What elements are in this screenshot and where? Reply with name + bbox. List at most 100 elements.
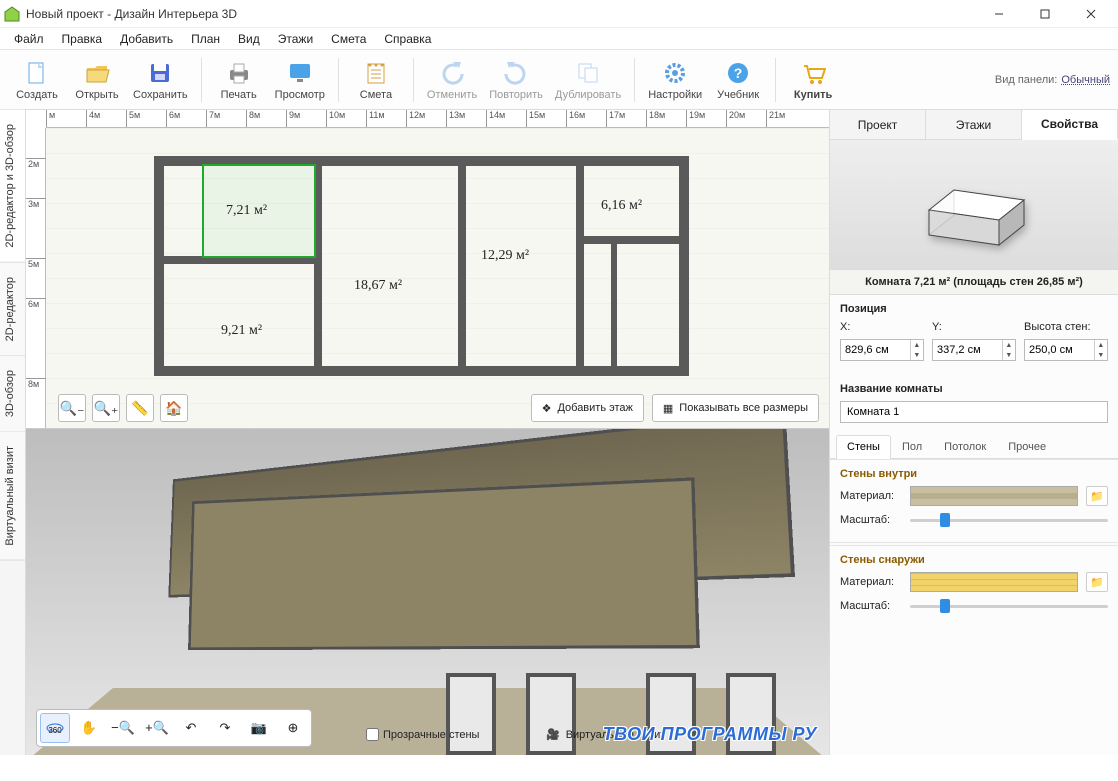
folder-icon: 📁 bbox=[1090, 490, 1104, 503]
plan-area: 2м 3м 5м 6м 8м bbox=[26, 128, 829, 428]
rtab-floors[interactable]: Этажи bbox=[926, 110, 1022, 139]
home-button[interactable]: 🏠 bbox=[160, 394, 188, 422]
room-name-section: Название комнаты bbox=[830, 375, 1118, 431]
menu-estimate[interactable]: Смета bbox=[323, 30, 374, 48]
room-name-heading: Название комнаты bbox=[840, 383, 1108, 395]
dims-icon: ▦ bbox=[663, 402, 673, 415]
camera-button[interactable]: 📷 bbox=[244, 713, 274, 743]
subtab-other[interactable]: Прочее bbox=[997, 435, 1057, 458]
folder-icon: 📁 bbox=[1090, 576, 1104, 589]
undo-button[interactable]: Отменить bbox=[422, 53, 482, 107]
outside-material-browse[interactable]: 📁 bbox=[1086, 572, 1108, 592]
duplicate-button[interactable]: Дублировать bbox=[550, 53, 626, 107]
menu-add[interactable]: Добавить bbox=[112, 30, 181, 48]
menu-view[interactable]: Вид bbox=[230, 30, 268, 48]
room-info-bar: Комната 7,21 м² (площадь стен 26,85 м²) bbox=[830, 270, 1118, 295]
vtab-2d3d[interactable]: 2D-редактор и 3D-обзор bbox=[0, 110, 25, 263]
preview-button[interactable]: Просмотр bbox=[270, 53, 330, 107]
rtab-project[interactable]: Проект bbox=[830, 110, 926, 139]
walls-inside-group: Стены внутри Материал: 📁 Масштаб: bbox=[830, 459, 1118, 540]
manual-button[interactable]: ?Учебник bbox=[709, 53, 767, 107]
position-section: Позиция X: Y: Высота стен: ▲▼ ▲▼ ▲▼ bbox=[830, 295, 1118, 375]
file-icon bbox=[23, 59, 51, 87]
undo-icon bbox=[438, 59, 466, 87]
gear-icon bbox=[661, 59, 689, 87]
buy-button[interactable]: Купить bbox=[784, 53, 842, 107]
plan-tools: 🔍₋ 🔍₊ 📏 🏠 bbox=[58, 394, 188, 422]
panel-mode-label: Вид панели: bbox=[995, 74, 1057, 86]
measure-button[interactable]: 📏 bbox=[126, 394, 154, 422]
menu-bar: Файл Правка Добавить План Вид Этажи Смет… bbox=[0, 28, 1118, 50]
reset-view-button[interactable]: ⊕ bbox=[278, 713, 308, 743]
close-button[interactable] bbox=[1068, 0, 1114, 28]
rtab-properties[interactable]: Свойства bbox=[1022, 110, 1118, 140]
subtab-walls[interactable]: Стены bbox=[836, 435, 891, 459]
vtab-visit[interactable]: Виртуальный визит bbox=[0, 432, 25, 561]
svg-text:?: ? bbox=[734, 65, 743, 81]
room-area-4: 18,67 м² bbox=[354, 278, 402, 294]
new-button[interactable]: Создать bbox=[8, 53, 66, 107]
room-area-1: 7,21 м² bbox=[226, 203, 267, 219]
save-button[interactable]: Сохранить bbox=[128, 53, 193, 107]
transparent-walls-checkbox[interactable]: Прозрачные стены bbox=[366, 728, 479, 741]
minimize-button[interactable] bbox=[976, 0, 1022, 28]
camera-icon: 🎥 bbox=[546, 728, 560, 741]
menu-plan[interactable]: План bbox=[183, 30, 228, 48]
vtab-3d[interactable]: 3D-обзор bbox=[0, 356, 25, 432]
print-button[interactable]: Печать bbox=[210, 53, 268, 107]
undo-3d[interactable]: ↶ bbox=[176, 713, 206, 743]
menu-help[interactable]: Справка bbox=[376, 30, 439, 48]
printer-icon bbox=[225, 59, 253, 87]
room-area-3: 12,29 м² bbox=[481, 248, 529, 264]
view-3d[interactable]: 360 ✋ −🔍 +🔍 ↶ ↷ 📷 ⊕ Прозрачные стены 🎥Ви… bbox=[26, 428, 829, 755]
redo-button[interactable]: Повторить bbox=[484, 53, 548, 107]
inside-material-swatch[interactable] bbox=[910, 486, 1078, 506]
subtab-floor[interactable]: Пол bbox=[891, 435, 933, 458]
menu-floors[interactable]: Этажи bbox=[270, 30, 321, 48]
save-icon bbox=[146, 59, 174, 87]
open-button[interactable]: Открыть bbox=[68, 53, 126, 107]
add-floor-button[interactable]: ❖Добавить этаж bbox=[531, 394, 644, 422]
room-preview bbox=[830, 140, 1118, 270]
redo-icon bbox=[502, 59, 530, 87]
settings-button[interactable]: Настройки bbox=[643, 53, 707, 107]
svg-text:360: 360 bbox=[48, 726, 62, 735]
ruler-vertical: 2м 3м 5м 6м 8м bbox=[26, 128, 46, 428]
panel-mode-link[interactable]: Обычный bbox=[1061, 74, 1110, 86]
zoom-in-button[interactable]: 🔍₊ bbox=[92, 394, 120, 422]
duplicate-icon bbox=[574, 59, 602, 87]
outside-scale-slider[interactable] bbox=[910, 598, 1108, 614]
inside-scale-slider[interactable] bbox=[910, 512, 1108, 528]
zoom-in-3d[interactable]: +🔍 bbox=[142, 713, 172, 743]
estimate-button[interactable]: Смета bbox=[347, 53, 405, 107]
show-dimensions-button[interactable]: ▦Показывать все размеры bbox=[652, 394, 819, 422]
redo-3d[interactable]: ↷ bbox=[210, 713, 240, 743]
pan-button[interactable]: ✋ bbox=[74, 713, 104, 743]
inside-material-browse[interactable]: 📁 bbox=[1086, 486, 1108, 506]
plan-canvas[interactable]: 7,21 м² 6,16 м² 12,29 м² 18,67 м² 9,21 м… bbox=[46, 128, 829, 428]
subtab-ceiling[interactable]: Потолок bbox=[933, 435, 997, 458]
wall-height-input[interactable]: ▲▼ bbox=[1024, 339, 1108, 361]
plan-actions: ❖Добавить этаж ▦Показывать все размеры bbox=[531, 394, 819, 422]
watermark: ТВОИ ПРОГРАММЫ РУ bbox=[603, 724, 817, 745]
maximize-button[interactable] bbox=[1022, 0, 1068, 28]
vtab-2d[interactable]: 2D-редактор bbox=[0, 263, 25, 356]
view3d-tools: 360 ✋ −🔍 +🔍 ↶ ↷ 📷 ⊕ bbox=[36, 709, 312, 747]
menu-file[interactable]: Файл bbox=[6, 30, 52, 48]
pos-x-input[interactable]: ▲▼ bbox=[840, 339, 924, 361]
room-name-input[interactable] bbox=[840, 401, 1108, 423]
pos-y-input[interactable]: ▲▼ bbox=[932, 339, 1016, 361]
room-area-2: 6,16 м² bbox=[601, 198, 642, 214]
work-area: 2D-редактор и 3D-обзор 2D-редактор 3D-об… bbox=[0, 110, 1118, 755]
zoom-out-button[interactable]: 🔍₋ bbox=[58, 394, 86, 422]
layers-icon: ❖ bbox=[542, 402, 552, 415]
menu-edit[interactable]: Правка bbox=[54, 30, 111, 48]
position-heading: Позиция bbox=[840, 303, 1108, 315]
cart-icon bbox=[799, 59, 827, 87]
help-icon: ? bbox=[724, 59, 752, 87]
outside-material-swatch[interactable] bbox=[910, 572, 1078, 592]
title-bar: Новый проект - Дизайн Интерьера 3D bbox=[0, 0, 1118, 28]
orbit-button[interactable]: 360 bbox=[40, 713, 70, 743]
zoom-out-3d[interactable]: −🔍 bbox=[108, 713, 138, 743]
notepad-icon bbox=[362, 59, 390, 87]
